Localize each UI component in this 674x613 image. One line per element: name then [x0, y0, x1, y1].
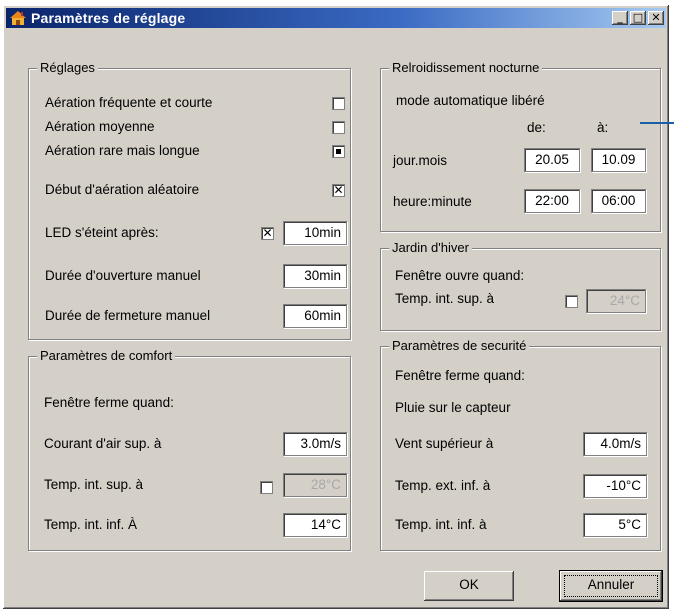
input-confort-temp-sup[interactable]: 28°C [283, 473, 347, 497]
ok-button-label: OK [459, 577, 479, 592]
label-duree-fermeture: Durée de fermeture manuel [45, 308, 211, 323]
input-duree-fermeture[interactable]: 60min [283, 304, 347, 328]
input-confort-temp-inf[interactable]: 14°C [283, 513, 347, 537]
input-temp-ext[interactable]: -10°C [583, 474, 647, 498]
input-jardin-temp[interactable]: 24°C [586, 289, 646, 313]
cancel-button[interactable]: Annuler [559, 570, 663, 602]
checkbox-led[interactable]: ✕ [261, 227, 274, 240]
close-button[interactable]: ✕ [648, 11, 664, 25]
label-aeration-rare: Aération rare mais longue [45, 143, 200, 158]
label-securite-temp-int: Temp. int. inf. à [395, 517, 487, 532]
label-mode-automatique: mode automatique libéré [396, 93, 545, 108]
label-heure-minute: heure:minute [393, 194, 472, 209]
label-temp-ext: Temp. ext. inf. à [395, 478, 491, 493]
label-courant-air: Courant d'air sup. à [44, 436, 162, 451]
label-pluie: Pluie sur le capteur [395, 400, 511, 415]
label-jardin-temp: Temp. int. sup. à [395, 291, 495, 306]
legend-refroidissement: Relroidissement nocturne [389, 60, 543, 75]
input-securite-temp-int[interactable]: 5°C [583, 513, 647, 537]
checkbox-jardin-temp[interactable] [565, 295, 578, 308]
label-aeration-frequente: Aération fréquente et courte [45, 95, 213, 110]
checkbox-aeration-frequente[interactable] [332, 97, 345, 110]
label-aeration-moyenne: Aération moyenne [45, 119, 155, 134]
checkbox-aeration-moyenne[interactable] [332, 121, 345, 134]
label-securite-fenetre: Fenêtre ferme quand: [395, 368, 525, 383]
input-courant-air[interactable]: 3.0m/s [283, 432, 347, 456]
label-vent: Vent supérieur à [395, 436, 494, 451]
input-heure-a[interactable]: 06:00 [591, 189, 646, 213]
pointer-line [640, 122, 674, 124]
window-title: Paramètres de réglage [31, 10, 186, 26]
settings-dialog: Paramètres de réglage _ □ ✕ Réglages Aér… [2, 4, 670, 610]
label-col-a: à: [597, 120, 609, 135]
label-debut-aleatoire: Début d'aération aléatoire [45, 182, 200, 197]
focus-indicator [564, 575, 658, 597]
checkbox-aeration-rare[interactable] [332, 145, 345, 158]
label-duree-ouverture: Durée d'ouverture manuel [45, 268, 201, 283]
minimize-button[interactable]: _ [612, 11, 628, 25]
label-confort-temp-inf: Temp. int. inf. À [44, 517, 138, 532]
ok-button[interactable]: OK [424, 571, 514, 601]
label-confort-fenetre: Fenêtre ferme quand: [44, 395, 174, 410]
legend-securite: Paramètres de securité [389, 338, 530, 353]
label-confort-temp-sup: Temp. int. sup. à [44, 477, 144, 492]
input-vent[interactable]: 4.0m/s [583, 432, 647, 456]
label-col-de: de: [527, 120, 546, 135]
input-duree-ouverture[interactable]: 30min [283, 264, 347, 288]
input-led-duration[interactable]: 10min [283, 221, 347, 245]
legend-jardin: Jardin d'hiver [389, 240, 472, 255]
label-jour-mois: jour.mois [393, 153, 448, 168]
checkbox-confort-temp-sup[interactable] [260, 481, 273, 494]
legend-reglages: Réglages [37, 60, 98, 75]
input-jour-de[interactable]: 20.05 [524, 148, 580, 172]
input-jour-a[interactable]: 10.09 [591, 148, 646, 172]
checkbox-debut-aleatoire[interactable]: ✕ [332, 184, 345, 197]
input-heure-de[interactable]: 22:00 [524, 189, 580, 213]
label-led: LED s'éteint après: [45, 225, 159, 240]
label-fenetre-ouvre: Fenêtre ouvre quand: [395, 268, 525, 283]
legend-confort: Paramètres de comfort [37, 348, 176, 363]
maximize-button[interactable]: □ [630, 11, 646, 25]
app-icon [9, 10, 27, 26]
title-bar[interactable]: Paramètres de réglage _ □ ✕ [6, 8, 666, 28]
